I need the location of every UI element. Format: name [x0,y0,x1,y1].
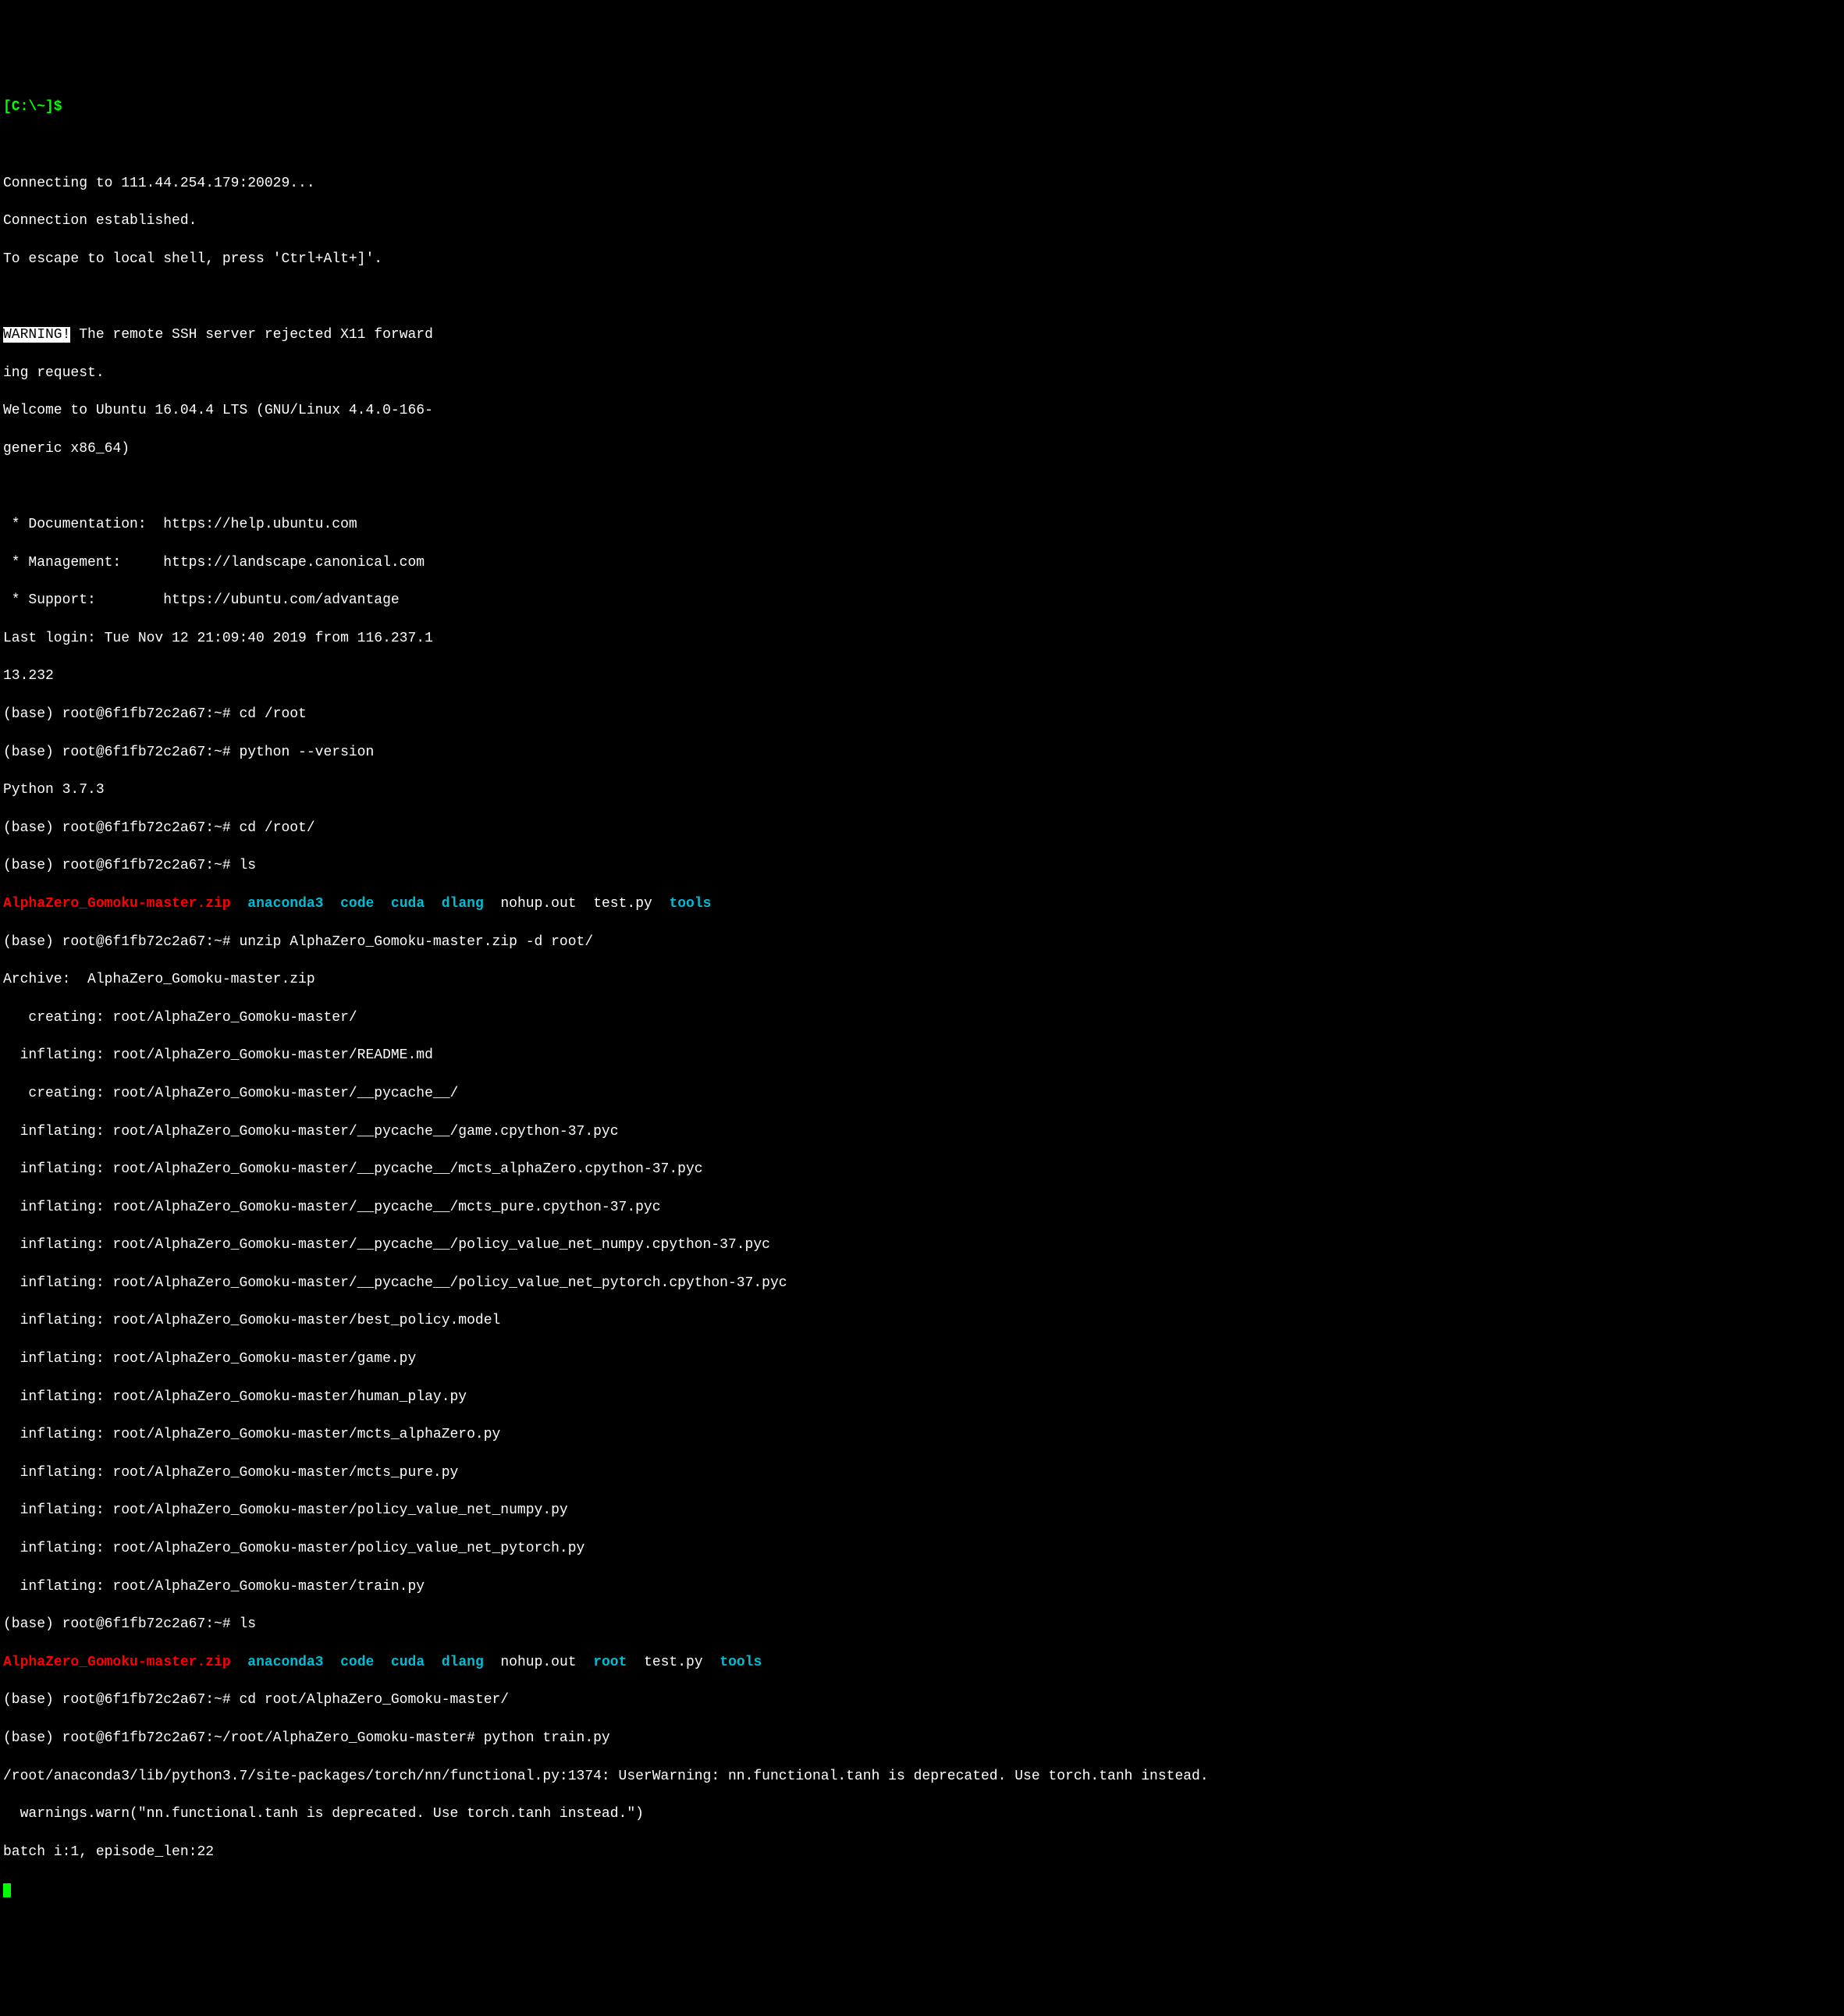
prompt-space [62,99,71,115]
shell-line: (base) root@6f1fb72c2a67:~# cd /root/ [3,819,1841,837]
terminal-output[interactable]: [C:\~]$ Connecting to 111.44.254.179:200… [3,79,1841,1918]
ls-dir: anaconda3 [247,896,323,912]
unzip-out: creating: root/AlphaZero_Gomoku-master/ [3,1008,1841,1027]
ls-dir: cuda [391,1655,425,1670]
ls-dir: anaconda3 [247,1655,323,1670]
ls-dir: tools [669,896,711,912]
shell-line: (base) root@6f1fb72c2a67:~/root/AlphaZer… [3,1729,1841,1748]
unzip-out: inflating: root/AlphaZero_Gomoku-master/… [3,1425,1841,1444]
unzip-out: inflating: root/AlphaZero_Gomoku-master/… [3,1236,1841,1254]
unzip-out: inflating: root/AlphaZero_Gomoku-master/… [3,1349,1841,1368]
ls-dir: dlang [442,896,484,912]
ls-output: AlphaZero_Gomoku-master.zip anaconda3 co… [3,894,1841,913]
shell-line: (base) root@6f1fb72c2a67:~# ls [3,856,1841,875]
python-warning: warnings.warn("nn.functional.tanh is dep… [3,1804,1841,1823]
ls-dir: code [340,1655,374,1670]
unzip-out: creating: root/AlphaZero_Gomoku-master/_… [3,1084,1841,1103]
unzip-out: inflating: root/AlphaZero_Gomoku-master/… [3,1539,1841,1558]
connect-line: Connecting to 111.44.254.179:20029... [3,174,1841,193]
unzip-out: inflating: root/AlphaZero_Gomoku-master/… [3,1577,1841,1596]
shell-line: (base) root@6f1fb72c2a67:~# python --ver… [3,743,1841,762]
unzip-out: inflating: root/AlphaZero_Gomoku-master/… [3,1311,1841,1330]
lastlogin-line: 13.232 [3,667,1841,685]
ls-zip: AlphaZero_Gomoku-master.zip [3,1655,231,1670]
motd-line: * Management: https://landscape.canonica… [3,553,1841,572]
motd-line: * Support: https://ubuntu.com/advantage [3,591,1841,610]
unzip-out: inflating: root/AlphaZero_Gomoku-master/… [3,1463,1841,1482]
ls-dir: tools [719,1655,762,1670]
unzip-out: inflating: root/AlphaZero_Gomoku-master/… [3,1122,1841,1141]
connect-line: To escape to local shell, press 'Ctrl+Al… [3,250,1841,268]
unzip-out: inflating: root/AlphaZero_Gomoku-master/… [3,1388,1841,1406]
shell-line: (base) root@6f1fb72c2a67:~# cd root/Alph… [3,1691,1841,1709]
python-warning: /root/anaconda3/lib/python3.7/site-packa… [3,1767,1841,1786]
ls-file: nohup.out [500,1655,576,1670]
ls-dir: root [593,1655,627,1670]
ls-file: nohup.out [500,896,576,912]
ls-zip: AlphaZero_Gomoku-master.zip [3,896,231,912]
connect-line: Connection established. [3,212,1841,230]
cursor-icon [3,1883,11,1897]
shell-line: (base) root@6f1fb72c2a67:~# ls [3,1615,1841,1634]
motd-line: * Documentation: https://help.ubuntu.com [3,515,1841,534]
ls-dir: dlang [442,1655,484,1670]
unzip-out: inflating: root/AlphaZero_Gomoku-master/… [3,1160,1841,1179]
lastlogin-line: Last login: Tue Nov 12 21:09:40 2019 fro… [3,629,1841,648]
unzip-archive: Archive: AlphaZero_Gomoku-master.zip [3,970,1841,989]
ls-dir: code [340,896,374,912]
unzip-out: inflating: root/AlphaZero_Gomoku-master/… [3,1198,1841,1217]
train-output: batch i:1, episode_len:22 [3,1843,1841,1861]
ls-file: test.py [593,896,652,912]
python-version: Python 3.7.3 [3,780,1841,799]
welcome-text: generic x86_64) [3,439,1841,458]
ls-output: AlphaZero_Gomoku-master.zip anaconda3 co… [3,1653,1841,1672]
welcome-text: Welcome to Ubuntu 16.04.4 LTS (GNU/Linux… [3,401,1841,420]
unzip-cmd: (base) root@6f1fb72c2a67:~# unzip AlphaZ… [3,933,1841,951]
unzip-out: inflating: root/AlphaZero_Gomoku-master/… [3,1274,1841,1292]
local-prompt: [C:\~]$ [3,99,62,115]
ls-dir: cuda [391,896,425,912]
warning-text: The remote SSH server rejected X11 forwa… [70,327,432,343]
unzip-out: inflating: root/AlphaZero_Gomoku-master/… [3,1501,1841,1520]
shell-line: (base) root@6f1fb72c2a67:~# cd /root [3,705,1841,724]
warning-text: ing request. [3,364,1841,382]
warning-label: WARNING! [3,327,70,343]
unzip-out: inflating: root/AlphaZero_Gomoku-master/… [3,1046,1841,1065]
ls-file: test.py [644,1655,703,1670]
